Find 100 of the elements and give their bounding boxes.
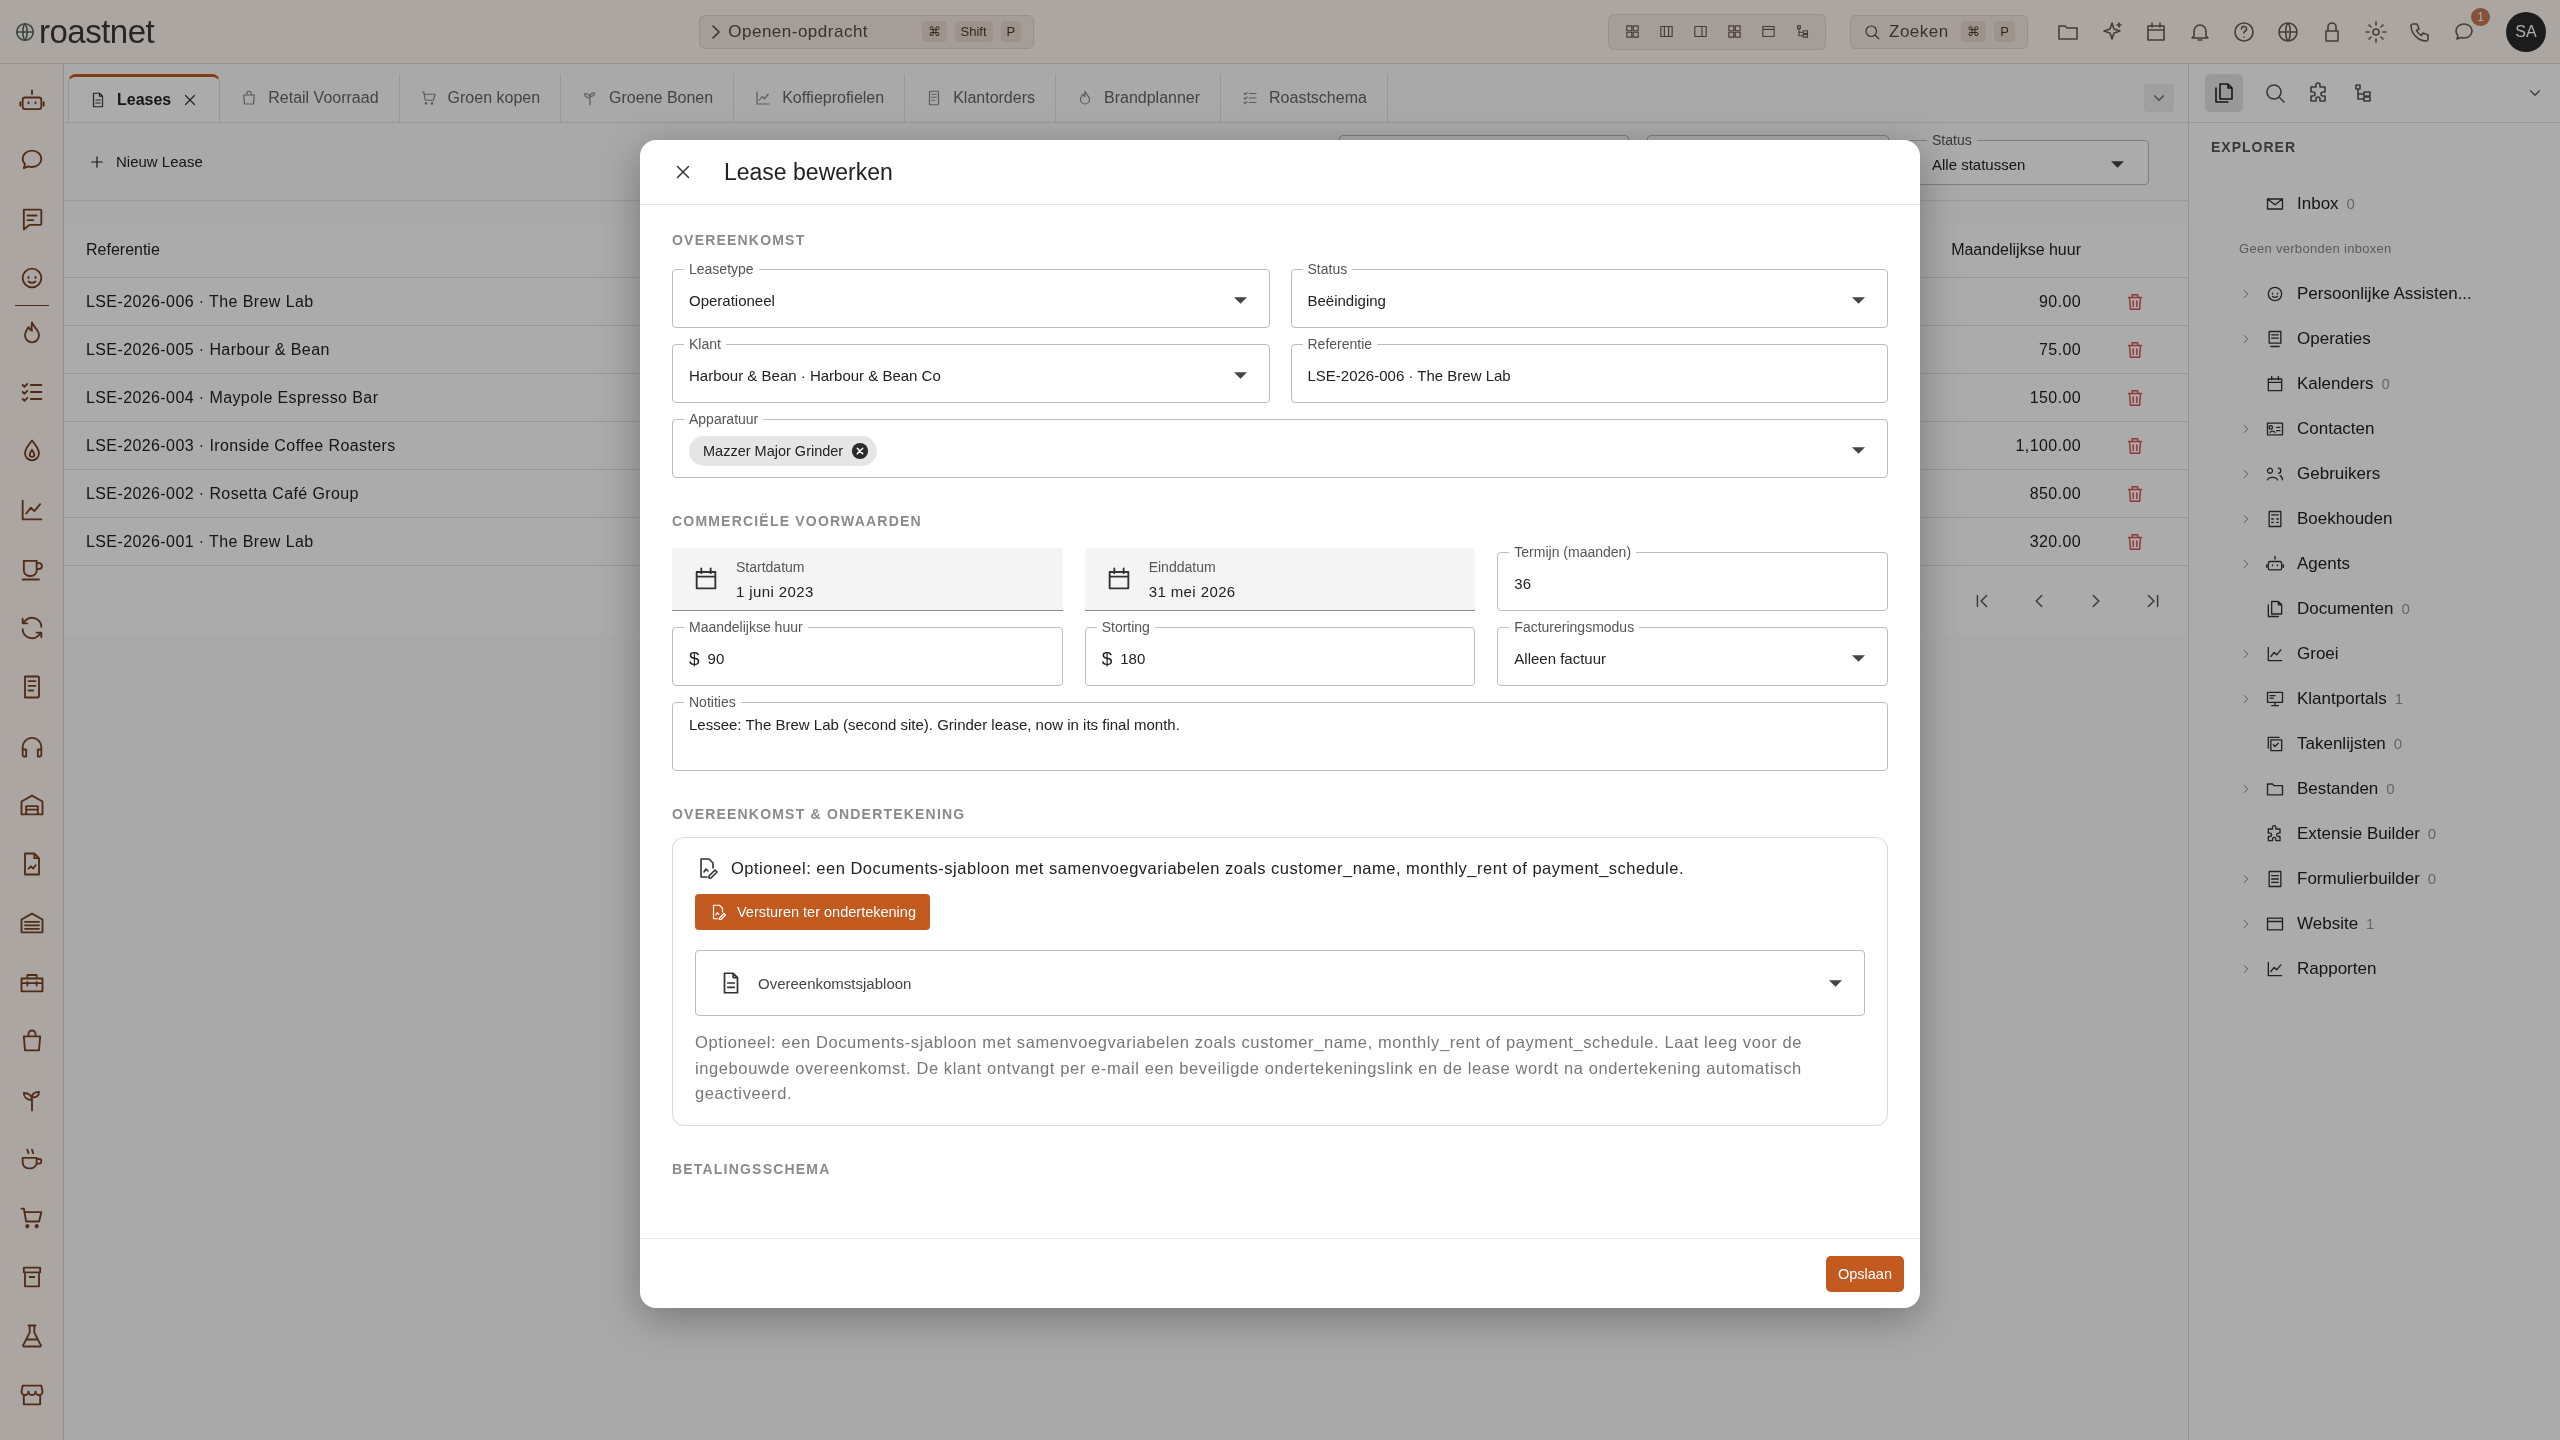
new-lease-button[interactable]: Nieuw Lease <box>84 146 207 177</box>
table-cell-text: 850.00 <box>2028 484 2081 503</box>
panel-title: EXPLORER <box>2210 138 2297 157</box>
globe-icon[interactable] <box>2276 19 2300 44</box>
key-hint: ⌘ <box>1961 21 1987 42</box>
tab[interactable]: Retail Voorraad <box>220 74 400 122</box>
field-label: Leasetype <box>688 261 755 277</box>
date-value: 1 juni 2023 <box>736 582 814 600</box>
explorer-item[interactable]: Extensie Builder 0 <box>2189 811 2560 856</box>
table-cell-text: 320.00 <box>2028 532 2081 551</box>
explorer-item[interactable]: Persoonlijke Assisten... <box>2189 271 2560 316</box>
field-label: Referentie <box>1306 336 1374 352</box>
deposit-field[interactable]: Storting $ 180 <box>1084 619 1476 686</box>
robot-icon <box>2265 553 2285 574</box>
explorer-item[interactable]: Inbox 0 <box>2189 181 2560 226</box>
explorer-item[interactable]: Klantportals 1 <box>2189 676 2560 721</box>
help-text: Optioneel: een Documents-sjabloon met samenvoegvariabelen zoals customer_name, monthly_rent of payment_schedule. Laat leeg voor de ingebouwde overeenkomst. De klant ontvangt per e-mail een beveiligde ondertekeningslink en de lease wordt na ondertekening automatisch geactiveerd. <box>695 1032 1804 1104</box>
status-dropdown[interactable]: Status Beëindiging <box>1290 261 1888 328</box>
field-label: Maandelijkse huur <box>688 619 804 635</box>
template-dropdown[interactable]: Overeenkomstsjabloon <box>695 950 1865 1016</box>
explorer-item[interactable]: Bestanden 0 <box>2189 766 2560 811</box>
section-heading: BETALINGSSCHEMA <box>672 1159 832 1178</box>
field-label: Status <box>1306 261 1349 277</box>
section-heading: OVEREENKOMST & ONDERTEKENING <box>672 805 967 823</box>
key-hint: P <box>1000 21 1022 42</box>
key-hint: P <box>1994 21 2015 42</box>
explorer-item[interactable]: Gebruikers <box>2189 451 2560 496</box>
intro-text: Optioneel: een Documents-sjabloon met samenvoegvariabelen zoals customer_name, monthly_rent of payment_schedule. <box>731 858 1684 878</box>
caret-icon <box>1852 297 1865 304</box>
key-hint: ⌘ <box>921 21 947 42</box>
explorer-item[interactable]: Documenten 0 <box>2189 586 2560 631</box>
remove-icon[interactable] <box>851 441 870 460</box>
lease-type-dropdown[interactable]: Leasetype Operationeel <box>672 261 1270 328</box>
monthly-rent-field[interactable]: Maandelijkse huur $ 90 <box>672 619 1063 686</box>
notification-badge: 1 <box>2471 7 2490 26</box>
notes-field[interactable]: Notities Lessee: The Brew Lab (second site). Grinder lease, now in its final month. <box>672 694 1888 771</box>
explorer-tab[interactable] <box>2205 74 2243 112</box>
explorer-item[interactable]: Contacten <box>2189 406 2560 451</box>
field-label: Startdatum <box>736 558 806 575</box>
prompt-icon <box>712 24 721 39</box>
table-cell: LSE-2026-003 · Ironside Coffee Roasters <box>86 436 396 454</box>
field-label: Notities <box>688 694 737 710</box>
tab[interactable]: Koffieprofielen <box>734 74 906 122</box>
explorer-item[interactable]: Takenlijsten 0 <box>2189 721 2560 766</box>
date-field[interactable]: Startdatum 1 juni 2023 <box>672 548 1063 611</box>
search-icon[interactable] <box>2263 81 2287 105</box>
tab[interactable]: Groen kopen <box>399 74 562 122</box>
tab[interactable]: Klantorders <box>905 74 1056 122</box>
date-value: 31 mei 2026 <box>1148 582 1236 600</box>
table-cell-text: 150.00 <box>2028 388 2081 407</box>
caret-icon <box>1829 979 1842 987</box>
table-cell-text: 90.00 <box>2037 292 2081 311</box>
table-cell-text: 75.00 <box>2037 340 2081 359</box>
explorer-item[interactable]: Agents <box>2189 541 2560 586</box>
key-hint: Shift <box>954 21 993 42</box>
logo[interactable]: roastnet <box>14 12 155 51</box>
documents-icon <box>2265 598 2285 619</box>
files-icon <box>2212 81 2236 105</box>
field-label: Apparatuur <box>688 411 760 427</box>
tab[interactable]: Roastschema <box>1221 74 1388 122</box>
user-avatar[interactable]: SA <box>2506 11 2546 52</box>
explorer-item[interactable]: Groei <box>2189 631 2560 676</box>
checklist-icon <box>1241 89 1260 107</box>
customer-dropdown[interactable]: Klant Harbour & Bean · Harbour & Bean Co <box>672 336 1270 403</box>
search-button[interactable]: Zoeken ⌘ P <box>1850 14 2028 49</box>
equipment-dropdown[interactable]: Apparatuur Mazzer Major Grinder <box>672 411 1888 478</box>
billing-mode-dropdown[interactable]: Factureringsmodus Alleen factuur <box>1497 619 1888 686</box>
settings-icon[interactable] <box>2364 19 2388 44</box>
tab[interactable]: Brandplanner <box>1056 74 1222 122</box>
calendar-icon[interactable] <box>2144 19 2168 44</box>
section-heading: COMMERCIËLE VOORWAARDEN <box>672 512 923 530</box>
field-label: Einddatum <box>1148 558 1217 575</box>
explorer-item[interactable]: Rapporten <box>2189 946 2560 991</box>
explorer-item[interactable]: Website 1 <box>2189 901 2560 946</box>
search-icon <box>1863 22 1881 41</box>
field-label: Klant <box>688 336 722 352</box>
field-label: Factureringsmodus <box>1513 619 1636 635</box>
field-label: Status <box>1931 132 1973 148</box>
field-label: Storting <box>1100 619 1151 635</box>
note-text: Geen verbonden inboxen <box>2239 241 2392 256</box>
term-field[interactable]: Termijn (maanden) 36 <box>1497 544 1888 611</box>
chip[interactable]: Mazzer Major Grinder <box>689 435 878 466</box>
calendar-icon <box>2265 373 2285 394</box>
explorer-item[interactable]: Boekhouden <box>2189 496 2560 541</box>
reference-field[interactable]: Referentie LSE-2026-006 · The Brew Lab <box>1290 336 1888 403</box>
caret-icon <box>1852 447 1865 454</box>
caret-icon <box>2111 161 2124 168</box>
table-cell: LSE-2026-004 · Maypole Espresso Bar <box>86 388 379 406</box>
table-cell: LSE-2026-005 · Harbour & Bean <box>86 340 330 358</box>
explorer-item[interactable]: Operaties <box>2189 316 2560 361</box>
send-for-signature-button[interactable]: Versturen ter ondertekening <box>695 894 930 930</box>
date-field[interactable]: Einddatum 31 mei 2026 <box>1084 548 1476 611</box>
command-palette-button[interactable]: Openen-opdracht ⌘ Shift P <box>699 14 1035 49</box>
tab[interactable]: Groene Bonen <box>561 74 735 122</box>
tab[interactable]: Leases <box>68 74 221 122</box>
explorer-item[interactable]: Formulierbuilder 0 <box>2189 856 2560 901</box>
help-icon[interactable] <box>2232 19 2256 44</box>
explorer-item[interactable]: Kalenders 0 <box>2189 361 2560 406</box>
save-button[interactable]: Opslaan <box>1826 1255 1904 1292</box>
caret-icon <box>1852 655 1865 662</box>
